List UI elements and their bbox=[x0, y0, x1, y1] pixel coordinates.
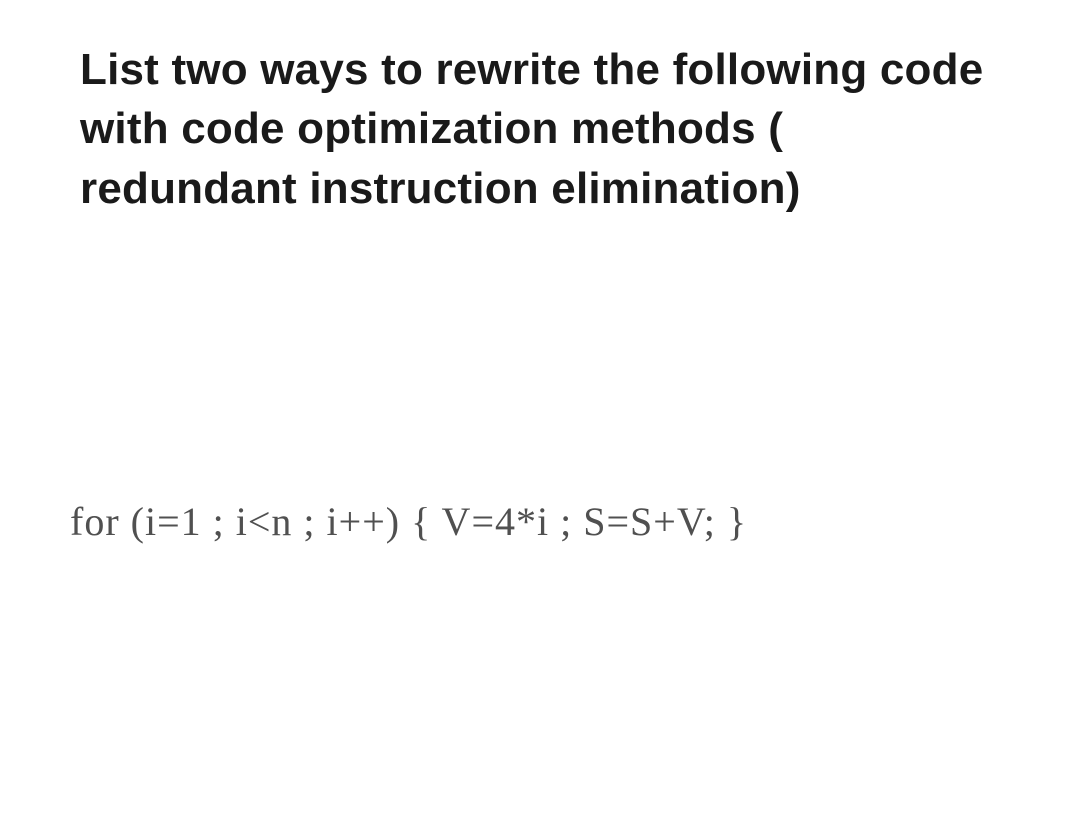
handwritten-code: for (i=1 ; i<n ; i++) { V=4*i ; S=S+V; } bbox=[70, 498, 1010, 545]
document-page: List two ways to rewrite the following c… bbox=[0, 0, 1080, 833]
question-text: List two ways to rewrite the following c… bbox=[80, 40, 1010, 218]
